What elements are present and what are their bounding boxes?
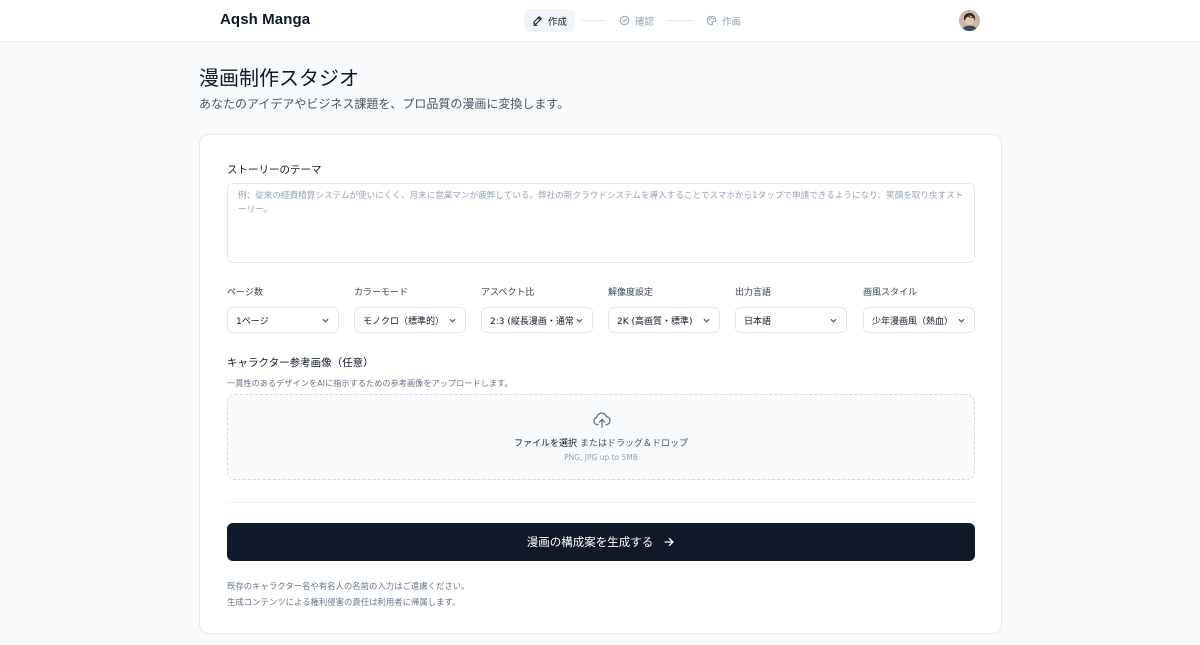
theme-textarea[interactable] bbox=[227, 183, 975, 263]
palette-icon bbox=[706, 15, 717, 26]
color-mode-label: カラーモード bbox=[354, 288, 409, 298]
step-confirm-label: 確認 bbox=[635, 16, 655, 28]
select-file-link[interactable]: ファイルを選択 bbox=[514, 439, 577, 449]
section-divider bbox=[227, 502, 975, 503]
step-connector bbox=[668, 20, 693, 21]
generate-button[interactable]: 漫画の構成案を生成する bbox=[227, 523, 975, 561]
page-subtitle: あなたのアイデアやビジネス課題を、プロ品質の漫画に変換します。 bbox=[199, 97, 570, 111]
check-circle-icon bbox=[619, 15, 630, 26]
select-group-resolution: 解像度設定 2K (高画質・標準) bbox=[608, 286, 720, 333]
resolution-label: 解像度設定 bbox=[608, 288, 654, 298]
resolution-select[interactable]: 2K (高画質・標準) bbox=[608, 307, 720, 333]
arrow-right-icon bbox=[664, 537, 674, 547]
pencil-icon bbox=[533, 16, 542, 26]
aspect-label: アスペクト比 bbox=[481, 288, 535, 298]
generate-button-label: 漫画の構成案を生成する bbox=[526, 535, 654, 549]
character-label: キャラクター参考画像（任意） bbox=[227, 357, 374, 369]
avatar-image bbox=[959, 10, 980, 31]
step-confirm[interactable]: 確認 bbox=[611, 9, 662, 32]
pages-value: 1ページ bbox=[236, 316, 269, 327]
select-group-style: 画風スタイル 少年漫画風（熱血） bbox=[863, 286, 975, 333]
language-select[interactable]: 日本語 bbox=[735, 307, 847, 333]
step-draw-label: 作画 bbox=[722, 16, 742, 28]
cloud-upload-icon bbox=[593, 412, 611, 428]
step-create-label: 作成 bbox=[548, 16, 568, 28]
step-draw[interactable]: 作画 bbox=[698, 9, 749, 32]
upload-dropzone[interactable]: ファイルを選択 またはドラッグ＆ドロップ PNG, JPG up to 5MB bbox=[227, 394, 975, 480]
pages-select[interactable]: 1ページ bbox=[227, 307, 339, 333]
user-avatar[interactable] bbox=[959, 10, 980, 31]
aspect-select[interactable]: 2:3 (縦長漫画・通常) bbox=[481, 307, 593, 333]
select-group-aspect: アスペクト比 2:3 (縦長漫画・通常) bbox=[481, 286, 593, 333]
step-indicator: 作成 確認 作画 bbox=[524, 9, 749, 32]
step-create[interactable]: 作成 bbox=[524, 9, 576, 32]
page-title: 漫画制作スタジオ bbox=[199, 66, 359, 90]
aspect-value: 2:3 (縦長漫画・通常) bbox=[490, 316, 574, 327]
chevron-down-icon bbox=[958, 318, 965, 322]
disclaimer-line: 既存のキャラクター名や有名人の名前の入力はご遠慮ください。 bbox=[227, 581, 470, 591]
upload-file-hint: PNG, JPG up to 5MB bbox=[564, 453, 638, 462]
select-group-language: 出力言語 日本語 bbox=[735, 286, 847, 333]
language-value: 日本語 bbox=[744, 316, 772, 327]
theme-label: ストーリーのテーマ bbox=[227, 164, 322, 176]
pages-label: ページ数 bbox=[227, 288, 263, 298]
resolution-value: 2K (高画質・標準) bbox=[617, 316, 693, 327]
chevron-down-icon bbox=[703, 318, 710, 322]
disclaimer-line: 生成コンテンツによる権利侵害の責任は利用者に帰属します。 bbox=[227, 597, 461, 607]
art-style-label: 画風スタイル bbox=[863, 288, 918, 298]
select-group-color: カラーモード モノクロ（標準的） bbox=[354, 286, 466, 333]
upload-instructions: ファイルを選択 またはドラッグ＆ドロップ bbox=[228, 436, 974, 449]
select-group-pages: ページ数 1ページ bbox=[227, 286, 339, 333]
art-style-value: 少年漫画風（熱血） bbox=[872, 316, 954, 327]
chevron-down-icon bbox=[830, 318, 837, 322]
step-connector bbox=[581, 20, 606, 21]
chevron-down-icon bbox=[449, 318, 456, 322]
chevron-down-icon bbox=[322, 318, 329, 322]
top-header: Aqsh Manga 作成 確認 作画 bbox=[0, 0, 1200, 42]
brand-logo[interactable]: Aqsh Manga bbox=[220, 11, 310, 28]
language-label: 出力言語 bbox=[735, 288, 772, 298]
disclaimer-notes: 既存のキャラクター名や有名人の名前の入力はご遠慮ください。 生成コンテンツによる… bbox=[227, 578, 470, 610]
art-style-select[interactable]: 少年漫画風（熱血） bbox=[863, 307, 975, 333]
character-description: 一貫性のあるデザインをAIに指示するための参考画像をアップロードします。 bbox=[227, 378, 513, 388]
color-mode-value: モノクロ（標準的） bbox=[363, 316, 445, 327]
color-mode-select[interactable]: モノクロ（標準的） bbox=[354, 307, 466, 333]
chevron-down-icon bbox=[576, 318, 583, 322]
form-card: ストーリーのテーマ ページ数 1ページ カラーモード モノクロ（標準的） アスペ… bbox=[199, 134, 1002, 634]
drag-drop-text: またはドラッグ＆ドロップ bbox=[579, 439, 688, 449]
settings-row: ページ数 1ページ カラーモード モノクロ（標準的） アスペクト比 2:3 (縦… bbox=[227, 286, 975, 336]
